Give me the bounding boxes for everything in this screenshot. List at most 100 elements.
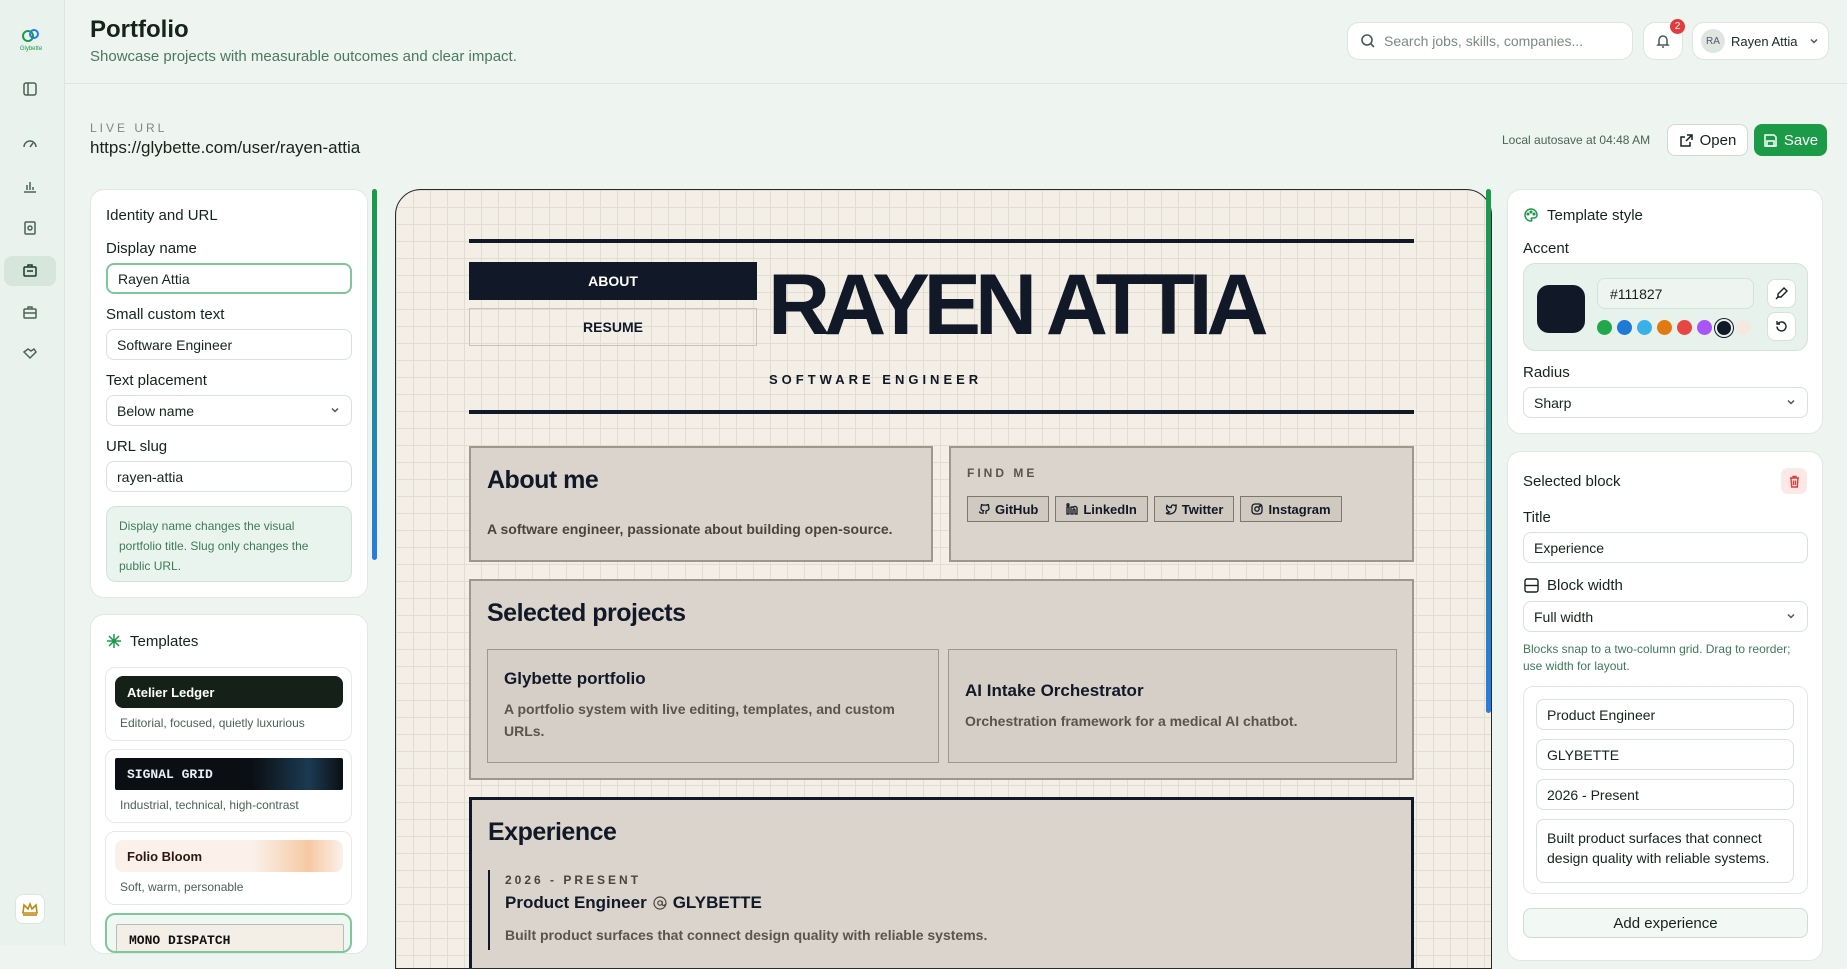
user-menu[interactable]: RA Rayen Attia xyxy=(1692,22,1829,60)
projects-title: Selected projects xyxy=(487,599,686,627)
experience-block[interactable]: Experience 2026 - PRESENT Product Engine… xyxy=(469,797,1414,968)
project-card[interactable]: AI Intake Orchestrator Orchestration fra… xyxy=(948,649,1397,763)
experience-entry-card: Product Engineer GLYBETTE 2026 - Present… xyxy=(1523,686,1808,894)
swatch-sky[interactable] xyxy=(1637,320,1652,335)
right-scrollbar[interactable] xyxy=(1486,189,1491,713)
palette-icon xyxy=(1524,208,1538,222)
identity-heading: Identity and URL xyxy=(106,207,218,224)
experience-title: Experience xyxy=(488,818,617,846)
logo-mark-icon xyxy=(22,29,39,42)
bar-chart-icon[interactable] xyxy=(17,173,43,199)
eyedropper-button[interactable] xyxy=(1767,279,1796,308)
radius-select[interactable]: Sharp xyxy=(1523,387,1808,418)
accent-preview-swatch[interactable] xyxy=(1537,285,1585,333)
swatch-orange[interactable] xyxy=(1657,320,1672,335)
save-label: Save xyxy=(1783,131,1819,149)
nav-resume[interactable]: RESUME xyxy=(469,308,757,346)
experience-desc: Built product surfaces that connect desi… xyxy=(505,927,988,943)
placement-select[interactable]: Below name xyxy=(106,395,352,426)
at-icon xyxy=(653,896,667,910)
save-button[interactable]: Save xyxy=(1754,124,1827,156)
autosave-status: Local autosave at 04:48 AM xyxy=(1502,133,1651,147)
bell-icon xyxy=(1656,35,1670,48)
swatch-green[interactable] xyxy=(1597,320,1612,335)
instagram-link[interactable]: Instagram xyxy=(1240,496,1342,522)
exp-company-field[interactable]: GLYBETTE xyxy=(1536,739,1794,770)
exp-description-field[interactable]: Built product surfaces that connect desi… xyxy=(1536,819,1794,883)
block-width-value: Full width xyxy=(1534,608,1594,625)
custom-text-field[interactable]: Software Engineer xyxy=(106,329,352,360)
sidebar-toggle-icon[interactable] xyxy=(17,76,43,102)
project-card[interactable]: Glybette portfolio A portfolio system wi… xyxy=(487,649,939,763)
github-link[interactable]: GitHub xyxy=(967,496,1050,522)
slug-label: URL slug xyxy=(106,438,168,455)
swatch-blue[interactable] xyxy=(1617,320,1632,335)
search-input[interactable] xyxy=(1384,33,1614,49)
reset-icon xyxy=(1776,321,1787,332)
project-title: Glybette portfolio xyxy=(504,669,646,688)
template-name: MONO DISPATCH xyxy=(116,924,344,951)
linkedin-link[interactable]: LinkedIn xyxy=(1055,496,1148,522)
logo-text: Glybette xyxy=(19,46,43,52)
slug-field[interactable]: rayen-attia xyxy=(106,461,352,492)
add-experience-button[interactable]: Add experience xyxy=(1523,908,1808,938)
template-card[interactable]: Folio Bloom Soft, warm, personable xyxy=(105,831,352,905)
about-block[interactable]: About me A software engineer, passionate… xyxy=(469,446,933,562)
left-scrollbar[interactable] xyxy=(372,189,377,560)
custom-text-label: Small custom text xyxy=(106,306,225,323)
twitter-label: Twitter xyxy=(1181,501,1224,517)
chevron-down-icon xyxy=(1787,613,1795,619)
app-logo[interactable]: Glybette xyxy=(17,28,45,54)
live-url[interactable]: https://glybette.com/user/rayen-attia xyxy=(90,138,360,158)
nav-about[interactable]: ABOUT xyxy=(469,262,757,300)
chevron-down-icon xyxy=(1787,399,1795,405)
block-width-select[interactable]: Full width xyxy=(1523,601,1808,632)
bottom-rule xyxy=(469,410,1414,414)
accent-hex-field[interactable]: #111827 xyxy=(1597,278,1754,309)
projects-block[interactable]: Selected projects Glybette portfolio A p… xyxy=(469,579,1414,780)
sparkle-icon xyxy=(107,634,121,648)
display-name-field[interactable]: Rayen Attia xyxy=(106,263,352,294)
reset-color-button[interactable] xyxy=(1767,312,1796,341)
github-label: GitHub xyxy=(995,501,1039,517)
open-button[interactable]: Open xyxy=(1667,124,1748,156)
nav-rail: Glybette xyxy=(0,0,65,945)
notifications-button[interactable]: 2 xyxy=(1643,19,1685,60)
crown-icon[interactable] xyxy=(15,894,45,924)
template-card[interactable]: SIGNAL GRID Industrial, technical, high-… xyxy=(105,749,352,823)
speedometer-icon[interactable] xyxy=(17,131,43,157)
template-desc: Soft, warm, personable xyxy=(120,880,244,894)
briefcase-icon[interactable] xyxy=(17,299,43,325)
twitter-link[interactable]: Twitter xyxy=(1153,496,1235,522)
document-icon[interactable] xyxy=(17,215,43,241)
delete-block-button[interactable] xyxy=(1781,468,1807,494)
template-name: Folio Bloom xyxy=(115,840,343,872)
search-box[interactable] xyxy=(1347,22,1633,60)
swatch-cream[interactable] xyxy=(1736,320,1751,335)
selected-block-heading: Selected block xyxy=(1523,473,1621,490)
identity-note: Display name changes the visual portfoli… xyxy=(106,506,352,582)
handshake-icon[interactable] xyxy=(17,341,43,367)
trash-icon xyxy=(1789,475,1799,488)
project-desc: A portfolio system with live editing, te… xyxy=(504,701,895,740)
accent-picker: #111827 xyxy=(1523,263,1808,351)
template-card[interactable]: Atelier Ledger Editorial, focused, quiet… xyxy=(105,667,352,741)
find-me-block[interactable]: FIND ME GitHub LinkedIn Twitter Instagra… xyxy=(949,446,1414,562)
twitter-icon xyxy=(1165,503,1177,515)
swatch-row xyxy=(1597,320,1756,335)
page-subtitle: Showcase projects with measurable outcom… xyxy=(90,48,517,65)
block-title-field[interactable]: Experience xyxy=(1523,532,1808,563)
instagram-icon xyxy=(1251,503,1264,515)
eyedropper-icon xyxy=(1775,287,1788,300)
swatch-ink-selected[interactable] xyxy=(1717,320,1731,335)
swatch-red[interactable] xyxy=(1677,320,1692,335)
template-card-selected[interactable]: MONO DISPATCH xyxy=(105,913,352,953)
portfolio-icon[interactable] xyxy=(4,256,56,286)
exp-dates-field[interactable]: 2026 - Present xyxy=(1536,779,1794,810)
swatch-purple[interactable] xyxy=(1697,320,1712,335)
social-links: GitHub LinkedIn Twitter Instagram xyxy=(967,496,1348,522)
templates-heading: Templates xyxy=(130,633,199,650)
exp-role-field[interactable]: Product Engineer xyxy=(1536,699,1794,730)
notification-count-badge: 2 xyxy=(1670,19,1685,34)
chevron-down-icon xyxy=(1809,38,1818,44)
